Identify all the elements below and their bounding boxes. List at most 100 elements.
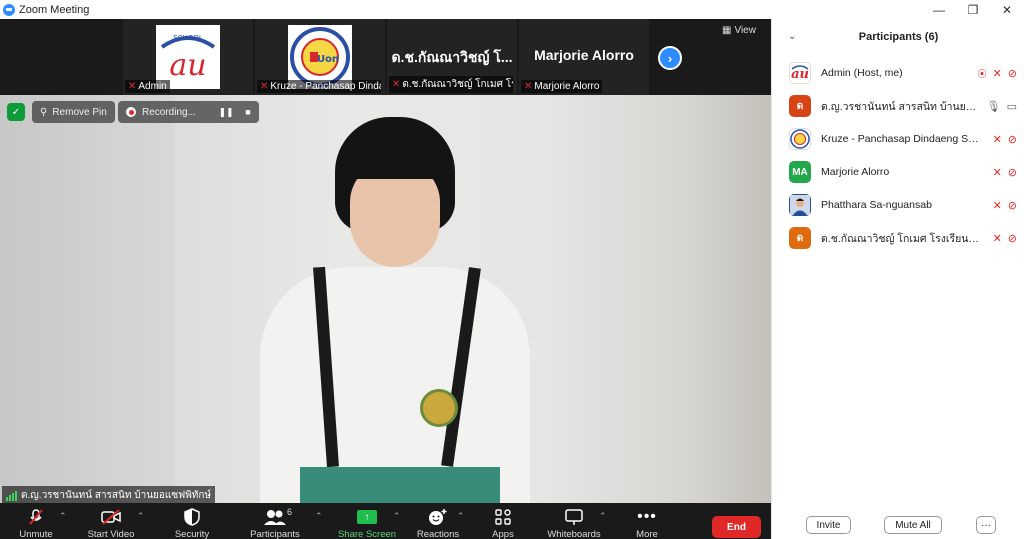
thumbnail-admin[interactable]: SCHOOL au ✕ Admin bbox=[123, 19, 253, 95]
video-speaker-figure bbox=[240, 117, 550, 503]
participants-label: Participants bbox=[250, 529, 300, 539]
recording-label: Recording... bbox=[142, 106, 196, 118]
title-bar: Zoom Meeting — ❐ ✕ bbox=[0, 0, 1024, 19]
muted-mic-icon: ✕ bbox=[128, 81, 137, 92]
participants-button[interactable]: 6 Participants bbox=[246, 507, 304, 539]
thumbnail-display-name: Marjorie Alorro bbox=[534, 47, 634, 63]
muted-mic-icon: ✕ bbox=[992, 199, 1002, 212]
encryption-shield-icon[interactable]: ✓ bbox=[7, 103, 25, 121]
svg-text:Uon: Uon bbox=[317, 54, 339, 65]
close-button[interactable]: ✕ bbox=[990, 0, 1024, 19]
muted-mic-icon: ✕ bbox=[992, 166, 1002, 179]
invite-button[interactable]: Invite bbox=[806, 516, 851, 534]
participants-options-chevron-icon[interactable]: ⌃ bbox=[315, 511, 323, 522]
thumbnail-name: ด.ช.กัณณาวิชญ์ โกเมศ โรงเรียนดารา bbox=[402, 79, 513, 90]
thumbnail-marjorie[interactable]: Marjorie Alorro ✕ Marjorie Alorro bbox=[519, 19, 649, 95]
pin-icon: ⚲ bbox=[40, 106, 48, 118]
mute-all-button[interactable]: Mute All bbox=[884, 516, 942, 534]
participant-name: Admin (Host, me) bbox=[821, 67, 903, 79]
share-screen-button[interactable]: ↑ Share Screen bbox=[335, 507, 399, 539]
pinned-video[interactable] bbox=[0, 95, 771, 503]
video-shelf bbox=[690, 95, 771, 503]
muted-mic-icon: ✕ bbox=[992, 133, 1002, 146]
participants-count: 6 bbox=[287, 507, 293, 517]
window-controls: — ❐ ✕ bbox=[922, 0, 1024, 19]
participant-name: Phatthara Sa-nguansab bbox=[821, 199, 932, 211]
participant-row[interactable]: ด ด.ช.กัณณาวิชญ์ โกเมศ โรงเรียนดารา ✕ ⊘ bbox=[789, 225, 1024, 251]
whiteboards-button[interactable]: Whiteboards bbox=[542, 507, 606, 539]
reactions-button[interactable]: Reactions bbox=[414, 507, 462, 539]
share-screen-icon: ↑ bbox=[357, 507, 377, 527]
remove-pin-button[interactable]: ⚲ Remove Pin bbox=[32, 101, 115, 123]
thumbnail-name: Marjorie Alorro bbox=[534, 81, 600, 92]
recording-indicator: Recording... ❚❚ ■ bbox=[118, 101, 259, 123]
video-off-icon: ⊘ bbox=[1007, 166, 1017, 179]
participant-row[interactable]: Phatthara Sa-nguansab ✕ ⊘ bbox=[789, 192, 1024, 218]
thumbnail-name-tag: ✕ Kruze - Panchasap Dindaeng School bbox=[257, 80, 381, 93]
end-meeting-button[interactable]: End bbox=[712, 516, 761, 538]
next-page-arrow-icon[interactable]: › bbox=[658, 46, 682, 70]
thumbnail-name-tag: ✕ Marjorie Alorro bbox=[521, 80, 603, 93]
svg-text:au: au bbox=[169, 48, 206, 83]
stop-recording-icon[interactable]: ■ bbox=[237, 107, 259, 117]
muted-mic-icon: ✕ bbox=[992, 67, 1002, 80]
emoji-plus-icon bbox=[428, 507, 448, 527]
avatar bbox=[789, 194, 811, 216]
muted-mic-icon bbox=[27, 507, 45, 527]
start-video-button[interactable]: Start Video bbox=[84, 507, 138, 539]
security-button[interactable]: Security bbox=[170, 507, 214, 539]
avatar: ด bbox=[789, 95, 811, 117]
unmute-button[interactable]: Unmute bbox=[14, 507, 58, 539]
view-button[interactable]: ▦ View bbox=[722, 25, 756, 36]
participant-name: Marjorie Alorro bbox=[821, 166, 890, 178]
collapse-chevron-icon[interactable]: ⌄ bbox=[788, 31, 796, 42]
reactions-options-chevron-icon[interactable]: ⌃ bbox=[457, 511, 465, 522]
more-options-button[interactable]: ··· bbox=[976, 516, 996, 534]
signal-strength-icon bbox=[6, 490, 17, 501]
people-icon: 6 bbox=[263, 507, 292, 527]
security-label: Security bbox=[174, 529, 210, 539]
more-dots-icon: ••• bbox=[637, 508, 657, 525]
svg-text:au: au bbox=[791, 67, 809, 82]
whiteboard-icon bbox=[564, 507, 584, 527]
video-off-icon: ⊘ bbox=[1007, 199, 1017, 212]
apps-icon bbox=[494, 507, 512, 527]
speaker-name: ด.ญ.วรชานันทน์ สารสนิท บ้านยอแซฟพิทักษ์ bbox=[21, 490, 212, 501]
participant-status: ✕ ⊘ bbox=[993, 166, 1017, 179]
muted-mic-icon: ✕ bbox=[992, 232, 1002, 245]
pause-recording-icon[interactable]: ❚❚ bbox=[215, 107, 237, 118]
video-options-chevron-icon[interactable]: ⌃ bbox=[137, 511, 145, 522]
participants-panel-header: ⌄ Participants (6) bbox=[772, 19, 1024, 55]
share-options-chevron-icon[interactable]: ⌃ bbox=[393, 511, 401, 522]
thumbnail-kruze[interactable]: Uon ✕ Kruze - Panchasap Dindaeng School bbox=[255, 19, 385, 95]
thumbnail-name: Kruze - Panchasap Dindaeng School bbox=[270, 81, 381, 92]
unmute-label: Unmute bbox=[19, 529, 53, 539]
apps-button[interactable]: Apps bbox=[486, 507, 520, 539]
minimize-button[interactable]: — bbox=[922, 0, 956, 19]
maximize-button[interactable]: ❐ bbox=[956, 0, 990, 19]
audio-options-chevron-icon[interactable]: ⌃ bbox=[59, 511, 67, 522]
participant-status: ✕ ⊘ bbox=[993, 232, 1017, 245]
participants-title: Participants (6) bbox=[858, 31, 939, 43]
grid-icon: ▦ bbox=[722, 25, 732, 36]
thumbnail-kannawit[interactable]: ด.ช.กัณณาวิชญ์ โ... ✕ ด.ช.กัณณาวิชญ์ โกเ… bbox=[387, 19, 517, 95]
whiteboard-options-chevron-icon[interactable]: ⌃ bbox=[599, 511, 607, 522]
video-off-icon bbox=[100, 507, 122, 527]
more-button[interactable]: ••• More bbox=[630, 507, 664, 539]
participant-row[interactable]: au Admin (Host, me) ⦿ ✕ ⊘ bbox=[789, 60, 1024, 86]
participant-name: ด.ญ.วรชานันทน์ สารสนิท บ้านยอแซฟพิทักษ์ bbox=[821, 100, 981, 113]
participant-status: ✕ ⊘ bbox=[993, 133, 1017, 146]
avatar: MA bbox=[789, 161, 811, 183]
start-video-label: Start Video bbox=[87, 529, 135, 539]
muted-mic-icon: ✕ bbox=[392, 79, 401, 90]
participant-row[interactable]: ด ด.ญ.วรชานันทน์ สารสนิท บ้านยอแซฟพิทักษ… bbox=[789, 93, 1024, 119]
recording-dot-icon bbox=[126, 107, 136, 117]
participant-row[interactable]: Kruze - Panchasap Dindaeng School ✕ ⊘ bbox=[789, 126, 1024, 152]
avatar bbox=[789, 128, 811, 150]
participants-panel-footer: Invite Mute All ··· bbox=[772, 514, 1024, 538]
participant-row[interactable]: MA Marjorie Alorro ✕ ⊘ bbox=[789, 159, 1024, 185]
shield-icon bbox=[184, 507, 200, 527]
apps-label: Apps bbox=[492, 529, 514, 539]
participant-status: ✕ ⊘ bbox=[993, 199, 1017, 212]
thumbnail-display-name: ด.ช.กัณณาวิชญ์ โ... bbox=[391, 49, 513, 65]
